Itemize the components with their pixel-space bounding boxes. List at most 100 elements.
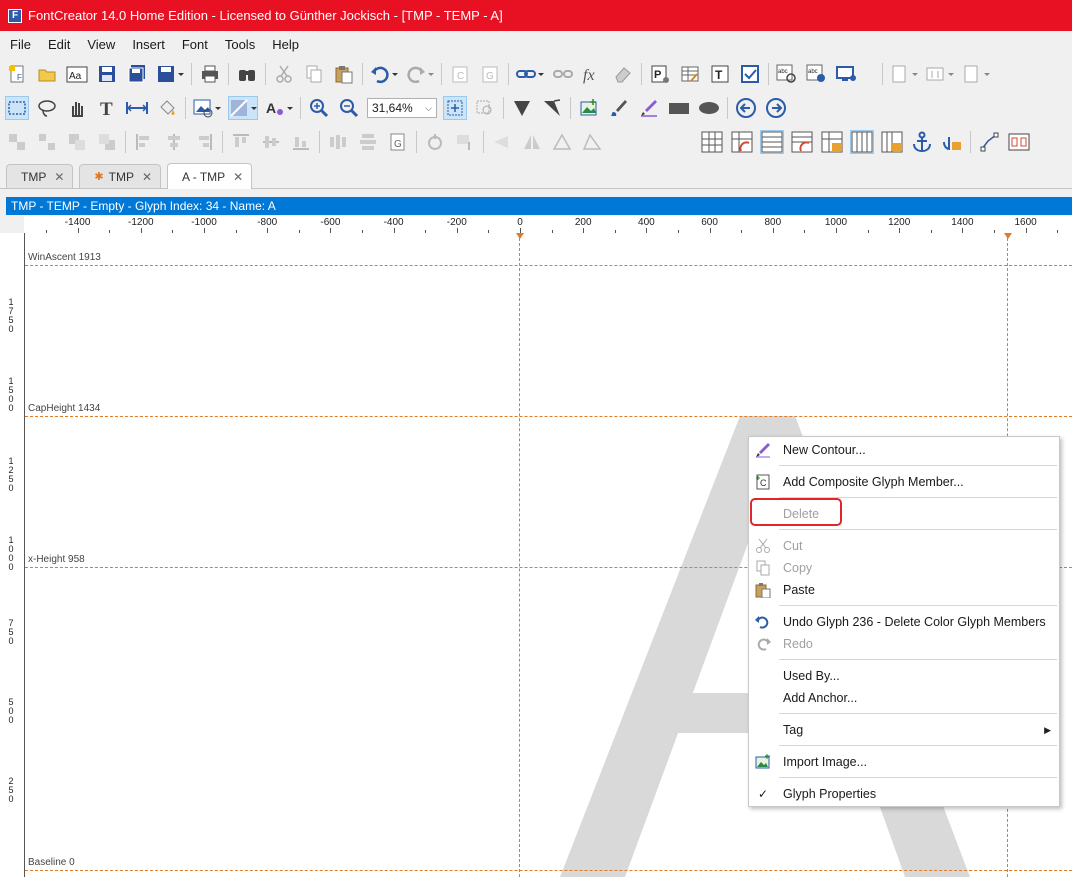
menu-help[interactable]: Help: [262, 35, 306, 55]
transform-icon[interactable]: [453, 130, 477, 154]
align-middle-icon[interactable]: [259, 130, 283, 154]
sort-icon[interactable]: [925, 62, 955, 86]
cut-icon[interactable]: [272, 62, 296, 86]
skew-right-icon[interactable]: [580, 130, 604, 154]
rectangle-shape-icon[interactable]: [667, 96, 691, 120]
tab-tmp-modified[interactable]: ✱ TMP ✕: [79, 164, 162, 188]
unlink-icon[interactable]: [551, 62, 575, 86]
anchor-icon[interactable]: [910, 130, 934, 154]
insert-glyph-icon[interactable]: G: [478, 62, 502, 86]
rectangle-select-icon[interactable]: [5, 96, 29, 120]
align-top-icon[interactable]: [229, 130, 253, 154]
zoom-out-icon[interactable]: [337, 96, 361, 120]
export-icon[interactable]: [961, 62, 991, 86]
menu-insert[interactable]: Insert: [122, 35, 172, 55]
hand-pan-icon[interactable]: [65, 96, 89, 120]
link-icon[interactable]: [515, 62, 545, 86]
flip-horizontal-icon[interactable]: [520, 130, 544, 154]
fill-mode-icon[interactable]: [228, 96, 258, 120]
menu-view[interactable]: View: [77, 35, 122, 55]
hint-icon[interactable]: [1007, 130, 1031, 154]
zoom-level-select[interactable]: 31,64% ⌵: [367, 98, 437, 118]
menu-add-composite-glyph-member[interactable]: C Add Composite Glyph Member...: [749, 472, 1059, 492]
align-bottom-icon[interactable]: [289, 130, 313, 154]
curve-point-icon[interactable]: [540, 96, 564, 120]
skew-left-icon[interactable]: [550, 130, 574, 154]
abc-search-icon[interactable]: abc: [775, 62, 799, 86]
flip-left-icon[interactable]: [490, 130, 514, 154]
menu-cut[interactable]: Cut: [749, 536, 1059, 556]
menu-edit[interactable]: Edit: [38, 35, 77, 55]
grid-curve-icon[interactable]: [730, 130, 754, 154]
glyph-color-icon[interactable]: A: [264, 96, 294, 120]
align-right-icon[interactable]: [192, 130, 216, 154]
menu-font[interactable]: Font: [172, 35, 215, 55]
send-back-icon[interactable]: [95, 130, 119, 154]
grid-lock-icon[interactable]: [820, 130, 844, 154]
close-icon[interactable]: ✕: [54, 170, 64, 184]
menu-tag[interactable]: Tag ▶: [749, 720, 1059, 740]
save-as-icon[interactable]: [155, 62, 185, 86]
zoom-in-icon[interactable]: [307, 96, 331, 120]
validate-checkbox-icon[interactable]: [738, 62, 762, 86]
tab-tmp[interactable]: TMP ✕: [6, 164, 74, 188]
align-center-icon[interactable]: [162, 130, 186, 154]
image-view-icon[interactable]: [192, 96, 222, 120]
next-glyph-icon[interactable]: [764, 96, 788, 120]
path-tool-icon[interactable]: [977, 130, 1001, 154]
distribute-vertical-icon[interactable]: [356, 130, 380, 154]
ellipse-shape-icon[interactable]: [697, 96, 721, 120]
grid-lines-icon[interactable]: [760, 130, 784, 154]
save-icon[interactable]: [95, 62, 119, 86]
abc-settings-icon[interactable]: abc: [805, 62, 829, 86]
open-folder-icon[interactable]: [35, 62, 59, 86]
undo-icon[interactable]: [369, 62, 399, 86]
find-binoculars-icon[interactable]: [235, 62, 259, 86]
anchor-lock-icon[interactable]: [940, 130, 964, 154]
text-tool-icon[interactable]: T: [708, 62, 732, 86]
page-icon[interactable]: [889, 62, 919, 86]
insert-composite-icon[interactable]: C: [448, 62, 472, 86]
group-icon[interactable]: [5, 130, 29, 154]
save-all-icon[interactable]: [125, 62, 149, 86]
print-icon[interactable]: [198, 62, 222, 86]
copy-icon[interactable]: [302, 62, 326, 86]
menu-paste[interactable]: Paste: [749, 580, 1059, 600]
paste-icon[interactable]: [332, 62, 356, 86]
close-icon[interactable]: ✕: [142, 170, 152, 184]
text-icon[interactable]: T: [95, 96, 119, 120]
menu-tools[interactable]: Tools: [215, 35, 262, 55]
align-left-icon[interactable]: [132, 130, 156, 154]
advance-marker-icon[interactable]: [1004, 233, 1012, 239]
paint-bucket-icon[interactable]: [155, 96, 179, 120]
menu-new-contour[interactable]: New Contour...: [749, 440, 1059, 460]
close-icon[interactable]: ✕: [233, 170, 243, 184]
table-edit-icon[interactable]: [678, 62, 702, 86]
measure-icon[interactable]: [125, 96, 149, 120]
font-preview-icon[interactable]: Aa: [65, 62, 89, 86]
zoom-fit-icon[interactable]: [443, 96, 467, 120]
distribute-horizontal-icon[interactable]: [326, 130, 350, 154]
lasso-select-icon[interactable]: [35, 96, 59, 120]
redo-icon[interactable]: [405, 62, 435, 86]
insert-image-icon[interactable]: [577, 96, 601, 120]
new-font-icon[interactable]: F: [5, 62, 29, 86]
test-monitor-icon[interactable]: [835, 62, 859, 86]
menu-redo[interactable]: Redo: [749, 634, 1059, 654]
corner-point-icon[interactable]: [510, 96, 534, 120]
brush-icon[interactable]: [607, 96, 631, 120]
grid-vertical-icon[interactable]: [850, 130, 874, 154]
bring-front-icon[interactable]: [65, 130, 89, 154]
lsb-marker-icon[interactable]: [516, 233, 524, 239]
rotate-icon[interactable]: [423, 130, 447, 154]
menu-copy[interactable]: Copy: [749, 558, 1059, 578]
eraser-icon[interactable]: [611, 62, 635, 86]
menu-used-by[interactable]: Used By...: [749, 666, 1059, 686]
menu-add-anchor[interactable]: Add Anchor...: [749, 688, 1059, 708]
menu-import-image[interactable]: Import Image...: [749, 752, 1059, 772]
function-icon[interactable]: fx: [581, 62, 605, 86]
previous-glyph-icon[interactable]: [734, 96, 758, 120]
glyph-reference-icon[interactable]: G: [386, 130, 410, 154]
zoom-selection-icon[interactable]: [473, 96, 497, 120]
pen-draw-icon[interactable]: [637, 96, 661, 120]
